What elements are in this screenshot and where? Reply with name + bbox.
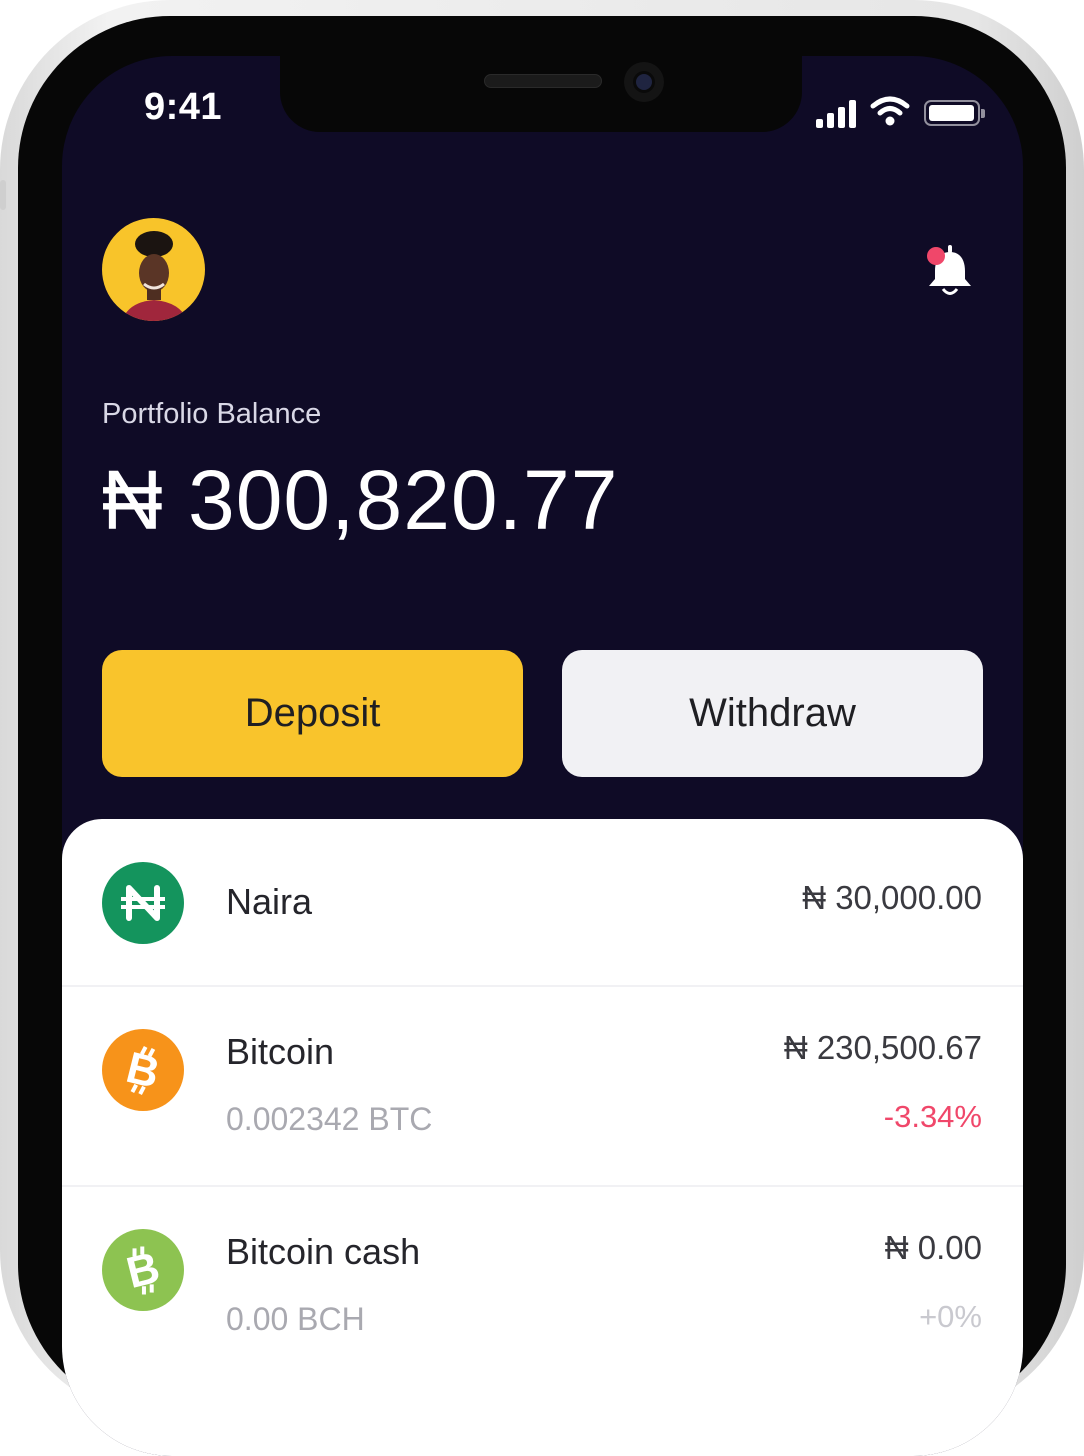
speaker (484, 74, 602, 88)
battery-icon (924, 100, 985, 126)
asset-name: Naira (226, 881, 313, 922)
wifi-icon (870, 96, 910, 126)
bitcoin-cash-icon: B (102, 1229, 184, 1311)
cellular-signal-icon (816, 100, 858, 128)
user-avatar[interactable] (102, 218, 205, 321)
avatar-portrait (122, 231, 188, 321)
bell-icon[interactable] (920, 242, 980, 302)
asset-row-naira[interactable]: Naira ₦ 30,000.00 (62, 819, 1023, 985)
portfolio-balance-label: Portfolio Balance (102, 398, 322, 430)
asset-list: Naira ₦ 30,000.00 B Bitcoin 0.002342 BTC… (62, 819, 1023, 1456)
asset-row-bitcoin[interactable]: B Bitcoin 0.002342 BTC ₦ 230,500.67 -3.3… (62, 987, 1023, 1185)
portfolio-balance-amount: ₦ 300,820.77 (102, 453, 619, 547)
side-button (1078, 860, 1084, 930)
notch (280, 56, 802, 132)
withdraw-button[interactable]: Withdraw (562, 650, 983, 777)
status-time: 9:41 (144, 86, 223, 128)
asset-change: -3.34% (883, 1099, 982, 1134)
asset-quantity: 0.00 BCH (226, 1301, 365, 1337)
notification-dot (927, 247, 945, 265)
deposit-button[interactable]: Deposit (102, 650, 523, 777)
side-button (0, 180, 6, 210)
asset-quantity: 0.002342 BTC (226, 1101, 433, 1137)
asset-value: ₦ 230,500.67 (783, 1029, 982, 1066)
bitcoin-icon: B (102, 1029, 184, 1111)
front-camera (624, 62, 664, 102)
asset-name: Bitcoin (226, 1031, 335, 1072)
asset-value: ₦ 30,000.00 (802, 879, 982, 916)
asset-row-bitcoin-cash[interactable]: B Bitcoin cash 0.00 BCH ₦ 0.00 +0% (62, 1187, 1023, 1387)
asset-value: ₦ 0.00 (884, 1229, 982, 1266)
asset-name: Bitcoin cash (226, 1231, 421, 1272)
app-screen: 9:41 Portfolio Balance ₦ 300,820.77 Depo… (62, 56, 1023, 1456)
naira-icon (102, 862, 184, 944)
asset-change: +0% (919, 1299, 982, 1334)
